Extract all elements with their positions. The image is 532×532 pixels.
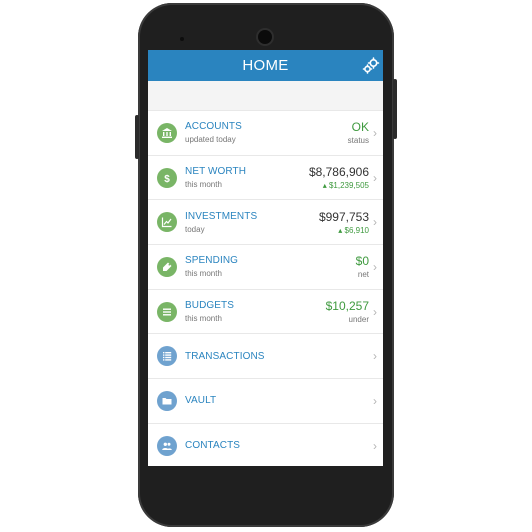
volume-button: [135, 115, 139, 159]
app-header: HOME: [148, 50, 383, 81]
row-title: SPENDING: [185, 255, 239, 267]
sub-header-bar: [148, 81, 383, 111]
app-screen: HOME ACCOUNTS updated today OK status › …: [148, 50, 383, 466]
value-main: OK: [351, 120, 369, 135]
row-vault[interactable]: VAULT ›: [148, 379, 383, 424]
row-subtitle: this month: [185, 180, 222, 190]
chart-icon: [157, 212, 177, 233]
row-text: CONTACTS: [185, 440, 373, 451]
gear-icon[interactable]: [362, 57, 380, 75]
row-subtitle: this month: [185, 314, 222, 324]
transactions-icon: [157, 346, 177, 367]
chevron-right-icon: ›: [373, 304, 377, 319]
row-title: VAULT: [185, 395, 217, 407]
value-sub: status: [347, 136, 369, 146]
row-transactions[interactable]: TRANSACTIONS ›: [148, 334, 383, 380]
tag-icon: [157, 256, 177, 277]
row-title: ACCOUNTS: [185, 121, 242, 133]
row-value: $8,786,906 ▴ $1,239,505: [309, 165, 369, 190]
svg-text:$: $: [164, 174, 170, 184]
value-change: ▴ $6,910: [338, 225, 369, 235]
row-value: $10,257 under: [326, 299, 369, 324]
value-sub: net: [357, 270, 369, 280]
value-sub: under: [348, 315, 369, 325]
row-subtitle: today: [185, 224, 205, 234]
row-text: SPENDING this month: [185, 255, 356, 278]
row-title: BUDGETS: [185, 300, 235, 312]
row-value: OK status: [348, 120, 369, 145]
row-accounts[interactable]: ACCOUNTS updated today OK status ›: [148, 111, 383, 156]
chevron-right-icon: ›: [373, 393, 377, 408]
list-icon: [157, 301, 177, 322]
row-text: TRANSACTIONS: [185, 351, 373, 362]
row-budgets[interactable]: BUDGETS this month $10,257 under ›: [148, 290, 383, 335]
value-change: ▴ $1,239,505: [322, 181, 369, 191]
row-spending[interactable]: SPENDING this month $0 net ›: [148, 245, 383, 290]
row-text: INVESTMENTS today: [185, 211, 319, 234]
chevron-right-icon: ›: [373, 170, 377, 185]
chevron-right-icon: ›: [373, 349, 377, 364]
row-text: BUDGETS this month: [185, 300, 326, 323]
row-text: VAULT: [185, 395, 373, 406]
value-main: $10,257: [325, 299, 369, 314]
row-subtitle: updated today: [185, 135, 236, 145]
chevron-right-icon: ›: [373, 438, 377, 453]
row-title: CONTACTS: [185, 440, 241, 452]
chevron-right-icon: ›: [373, 125, 377, 140]
value-main: $8,786,906: [308, 165, 369, 180]
row-investments[interactable]: INVESTMENTS today $997,753 ▴ $6,910 ›: [148, 200, 383, 246]
row-net-worth[interactable]: $ NET WORTH this month $8,786,906 ▴ $1,2…: [148, 156, 383, 201]
row-subtitle: this month: [185, 269, 222, 279]
chevron-right-icon: ›: [373, 259, 377, 274]
row-title: TRANSACTIONS: [185, 350, 265, 362]
dollar-icon: $: [157, 167, 177, 188]
bank-icon: [157, 122, 177, 143]
value-main: $0: [355, 254, 369, 269]
front-camera: [258, 30, 272, 44]
row-text: NET WORTH this month: [185, 166, 309, 189]
power-button: [393, 79, 397, 139]
row-title: NET WORTH: [185, 166, 247, 178]
folder-icon: [157, 390, 177, 411]
row-contacts[interactable]: CONTACTS ›: [148, 424, 383, 466]
row-title: INVESTMENTS: [185, 210, 258, 222]
value-main: $997,753: [318, 209, 369, 224]
page-title: HOME: [242, 57, 289, 74]
sensor-dot: [180, 37, 184, 41]
row-value: $0 net: [356, 254, 369, 279]
row-text: ACCOUNTS updated today: [185, 121, 348, 144]
row-value: $997,753 ▴ $6,910: [319, 210, 369, 235]
contacts-icon: [157, 435, 177, 456]
chevron-right-icon: ›: [373, 215, 377, 230]
